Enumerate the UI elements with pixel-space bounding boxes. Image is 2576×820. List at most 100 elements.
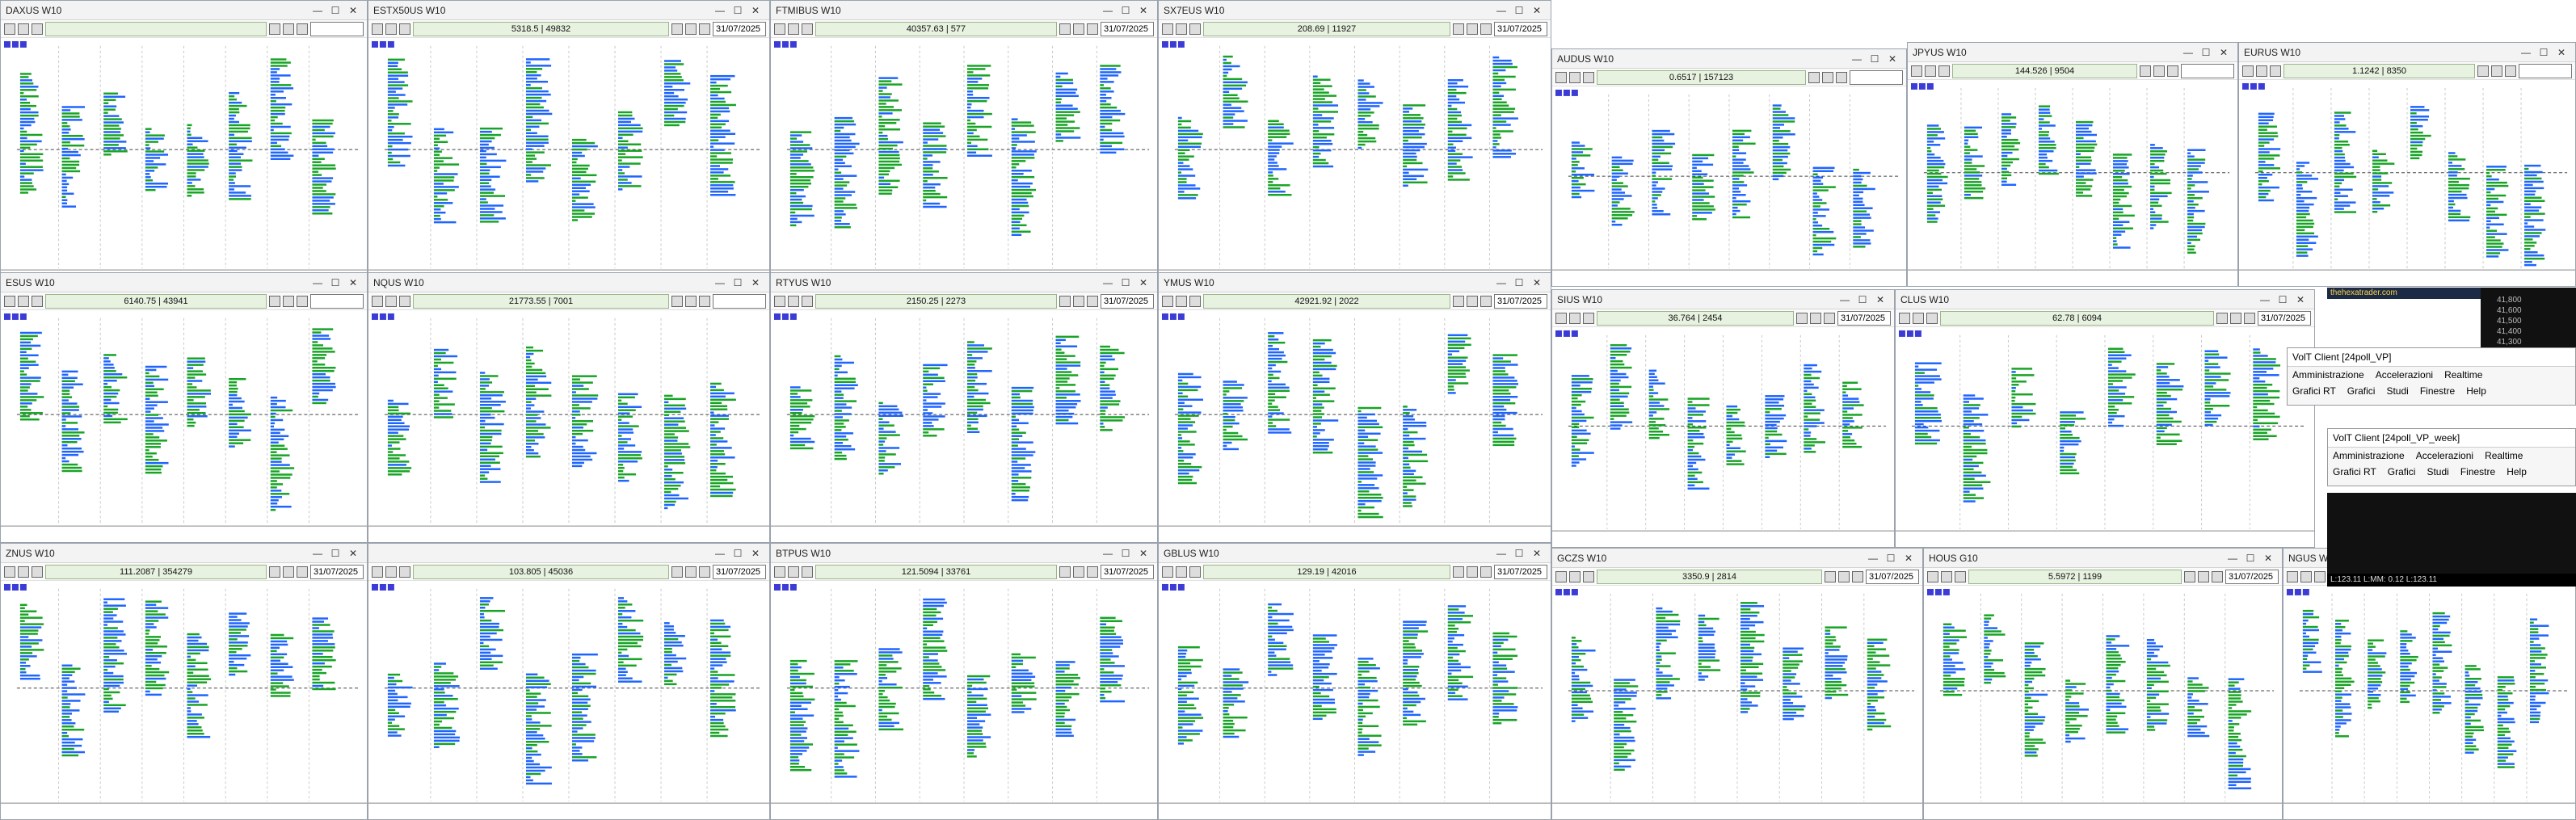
grid-icon[interactable]	[685, 23, 697, 35]
maximize-icon[interactable]: ☐	[1882, 553, 1900, 564]
grid-icon[interactable]	[1073, 23, 1084, 35]
date-field[interactable]	[2519, 63, 2572, 78]
maximize-icon[interactable]: ☐	[326, 5, 344, 16]
print-icon[interactable]	[1189, 295, 1201, 307]
maximize-icon[interactable]: ☐	[729, 277, 747, 288]
volume-profile-chart[interactable]	[1896, 327, 2314, 547]
save-icon[interactable]	[18, 23, 29, 35]
print-icon[interactable]	[399, 295, 410, 307]
zoom-icon[interactable]	[2477, 65, 2489, 77]
window-titlebar[interactable]: SIUS W10— ☐ ✕	[1552, 290, 1894, 309]
zoom-icon[interactable]	[1059, 23, 1071, 35]
settings-icon[interactable]	[372, 23, 383, 35]
grid-icon[interactable]	[1467, 23, 1478, 35]
volume-profile-chart[interactable]	[771, 581, 1157, 819]
grid-icon[interactable]	[2491, 65, 2502, 77]
maximize-icon[interactable]: ☐	[1866, 53, 1884, 65]
print-icon[interactable]	[1189, 23, 1201, 35]
zoom-icon[interactable]	[2184, 570, 2195, 582]
settings-icon[interactable]	[372, 566, 383, 578]
settings-icon[interactable]	[4, 23, 15, 35]
chart-window-btp[interactable]: BTPUS W10— ☐ ✕ 121.5094 | 33761 31/07/2025	[770, 543, 1158, 820]
close-icon[interactable]: ✕	[2553, 47, 2570, 58]
chart-window-ng[interactable]: NGUS W10—☐✕3.8889 | 324931/07/2025	[2283, 548, 2576, 820]
settings-icon[interactable]	[774, 23, 785, 35]
window-titlebar[interactable]: DAXUS W10— ☐ ✕	[1, 1, 367, 20]
settings-icon[interactable]	[4, 295, 15, 307]
grid-icon[interactable]	[2153, 65, 2165, 77]
chart-window-sx7e[interactable]: SX7EUS W10— ☐ ✕ 208.69 | 11927 31/07/2025	[1158, 0, 1551, 287]
date-field[interactable]: 31/07/2025	[1101, 21, 1154, 36]
minimize-icon[interactable]: —	[711, 5, 729, 16]
save-icon[interactable]	[1176, 23, 1187, 35]
zoom-icon[interactable]	[671, 295, 683, 307]
maximize-icon[interactable]: ☐	[729, 548, 747, 559]
minimize-icon[interactable]: —	[711, 277, 729, 288]
minimize-icon[interactable]: —	[1836, 294, 1854, 305]
volume-profile-chart[interactable]	[1, 581, 367, 819]
volume-profile-chart[interactable]	[1552, 586, 1922, 819]
zoom-icon[interactable]	[1825, 570, 1836, 582]
minimize-icon[interactable]: —	[1492, 5, 1510, 16]
date-field[interactable]: 31/07/2025	[2225, 569, 2279, 584]
volume-profile-chart[interactable]	[1552, 86, 1906, 286]
select-icon[interactable]	[699, 295, 710, 307]
save-icon[interactable]	[1176, 295, 1187, 307]
chart-window-rty[interactable]: RTYUS W10— ☐ ✕ 2150.25 | 2273 31/07/2025	[770, 272, 1158, 543]
chart-window-nq[interactable]: NQUS W10— ☐ ✕ 21773.55 | 7001	[368, 272, 770, 543]
minimize-icon[interactable]: —	[1864, 553, 1882, 564]
close-icon[interactable]: ✕	[344, 548, 362, 559]
window-titlebar[interactable]: YMUS W10— ☐ ✕	[1159, 273, 1551, 292]
date-field[interactable]: 31/07/2025	[1101, 564, 1154, 579]
minimize-icon[interactable]: —	[1099, 548, 1117, 559]
grid-icon[interactable]	[1467, 295, 1478, 307]
zoom-icon[interactable]	[1453, 23, 1464, 35]
maximize-icon[interactable]: ☐	[1510, 277, 1528, 288]
grid-icon[interactable]	[1073, 566, 1084, 578]
zoom-icon[interactable]	[1796, 312, 1808, 324]
minimize-icon[interactable]: —	[2179, 47, 2197, 58]
grid-icon[interactable]	[283, 295, 294, 307]
minimize-icon[interactable]: —	[2256, 294, 2274, 305]
select-icon[interactable]	[2244, 312, 2255, 324]
minimize-icon[interactable]: —	[1848, 53, 1866, 65]
volume-profile-chart[interactable]	[1924, 586, 2282, 819]
save-icon[interactable]	[1941, 570, 1952, 582]
window-titlebar[interactable]: AUDUS W10— ☐ ✕	[1552, 49, 1906, 69]
volume-profile-chart[interactable]	[1, 38, 367, 286]
window-titlebar[interactable]: ESUS W10— ☐ ✕	[1, 273, 367, 292]
chart-window-ym[interactable]: YMUS W10— ☐ ✕ 42921.92 | 2022 31/07/2025	[1158, 272, 1551, 543]
print-icon[interactable]	[802, 566, 813, 578]
select-icon[interactable]	[1087, 23, 1098, 35]
select-icon[interactable]	[1480, 23, 1492, 35]
grid-icon[interactable]	[283, 23, 294, 35]
select-icon[interactable]	[1852, 570, 1863, 582]
close-icon[interactable]: ✕	[2292, 294, 2309, 305]
volume-profile-chart[interactable]	[1159, 310, 1551, 542]
zoom-icon[interactable]	[2140, 65, 2151, 77]
zoom-icon[interactable]	[671, 566, 683, 578]
date-field[interactable]	[310, 21, 364, 36]
save-icon[interactable]	[1176, 566, 1187, 578]
select-icon[interactable]	[1824, 312, 1835, 324]
date-field[interactable]: 31/07/2025	[1494, 564, 1547, 579]
maximize-icon[interactable]: ☐	[2197, 47, 2215, 58]
volume-profile-chart[interactable]	[1159, 38, 1551, 286]
settings-icon[interactable]	[774, 295, 785, 307]
chart-window-bund[interactable]: — ☐ ✕ 103.805 | 45036 31/07/2025	[368, 543, 770, 820]
grid-icon[interactable]	[1810, 312, 1821, 324]
volume-profile-chart[interactable]	[1, 310, 367, 542]
volume-profile-chart[interactable]	[771, 38, 1157, 286]
settings-icon[interactable]	[372, 295, 383, 307]
settings-icon[interactable]	[4, 566, 15, 578]
maximize-icon[interactable]: ☐	[2274, 294, 2292, 305]
zoom-icon[interactable]	[671, 23, 683, 35]
chart-window-cl[interactable]: CLUS W10— ☐ ✕ 62.78 | 6094 31/07/2025	[1895, 289, 2315, 548]
save-icon[interactable]	[1569, 312, 1581, 324]
save-icon[interactable]	[1925, 65, 1936, 77]
save-icon[interactable]	[1569, 570, 1581, 582]
window-titlebar[interactable]: BTPUS W10— ☐ ✕	[771, 544, 1157, 563]
volume-profile-chart[interactable]	[368, 581, 769, 819]
maximize-icon[interactable]: ☐	[1117, 5, 1134, 16]
print-icon[interactable]	[802, 295, 813, 307]
